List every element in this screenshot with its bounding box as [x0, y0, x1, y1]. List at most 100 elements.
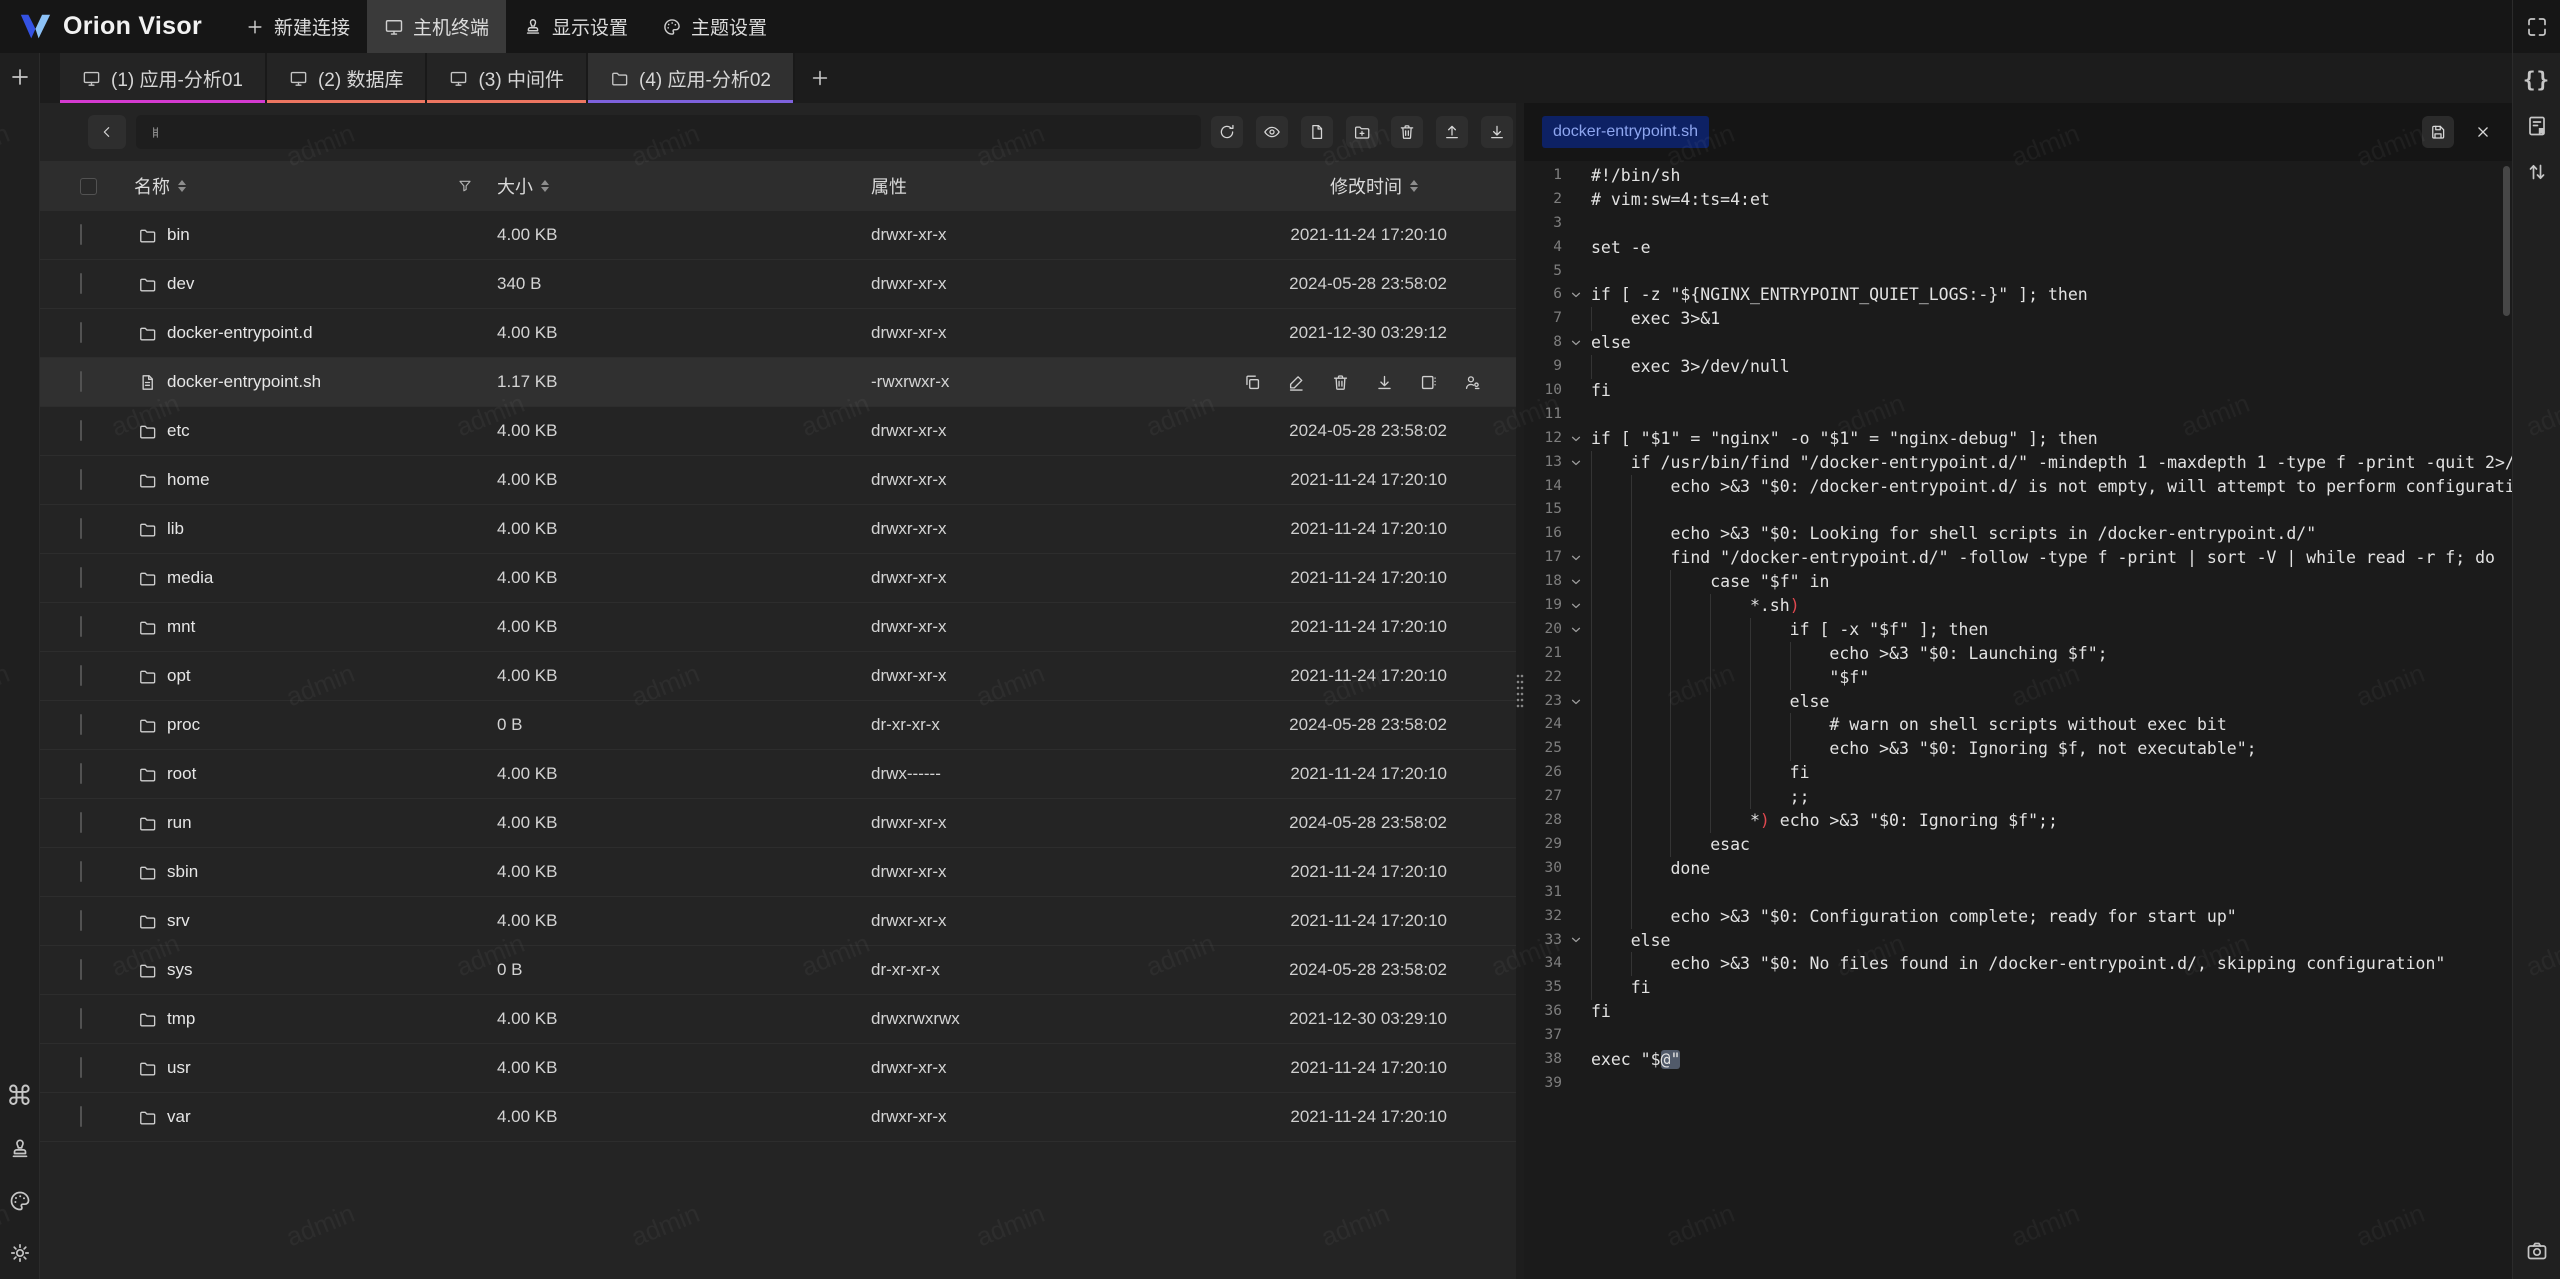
- file-row-etc[interactable]: etc4.00 KBdrwxr-xr-x2024-05-28 23:58:02: [40, 407, 1516, 456]
- panel-splitter[interactable]: [1516, 103, 1524, 1279]
- session-tab-2[interactable]: (2) 数据库: [267, 53, 428, 103]
- row-checkbox[interactable]: [80, 910, 82, 931]
- file-row-bin[interactable]: bin4.00 KBdrwxr-xr-x2021-11-24 17:20:10: [40, 211, 1516, 260]
- file-row-mnt[interactable]: mnt4.00 KBdrwxr-xr-x2021-11-24 17:20:10: [40, 603, 1516, 652]
- file-row-docker-entrypoint.sh[interactable]: docker-entrypoint.sh1.17 KB-rwxrwxr-x: [40, 358, 1516, 407]
- code-editor[interactable]: 1#!/bin/sh2# vim:sw=4:ts=4:et34set -e56i…: [1524, 161, 2512, 1279]
- row-checkbox[interactable]: [80, 763, 82, 784]
- row-checkbox[interactable]: [80, 1057, 82, 1078]
- row-checkbox-cell: [40, 1009, 130, 1029]
- file-row-media[interactable]: media4.00 KBdrwxr-xr-x2021-11-24 17:20:1…: [40, 554, 1516, 603]
- new-tab-button[interactable]: [795, 53, 845, 103]
- command-icon[interactable]: ⌘: [7, 1084, 33, 1110]
- download-button[interactable]: [1481, 116, 1513, 148]
- copy-icon[interactable]: [1243, 373, 1262, 392]
- row-checkbox[interactable]: [80, 959, 82, 980]
- line-number: 11: [1524, 403, 1564, 427]
- file-row-root[interactable]: root4.00 KBdrwx------2021-11-24 17:20:10: [40, 750, 1516, 799]
- session-tab-1[interactable]: (1) 应用-分析01: [60, 53, 267, 103]
- file-row-sys[interactable]: sys0 Bdr-xr-xr-x2024-05-28 23:58:02: [40, 946, 1516, 995]
- fold-chevron-icon[interactable]: [1564, 331, 1588, 355]
- trash-button[interactable]: [1391, 116, 1423, 148]
- permission-icon[interactable]: [1463, 373, 1482, 392]
- stamp-icon[interactable]: [7, 1136, 33, 1162]
- row-checkbox[interactable]: [80, 273, 82, 294]
- upload-button[interactable]: [1436, 116, 1468, 148]
- path-input[interactable]: [136, 115, 1201, 149]
- back-button[interactable]: [88, 115, 126, 149]
- session-tab-4[interactable]: (4) 应用-分析02: [588, 53, 795, 103]
- download-icon[interactable]: [1375, 373, 1394, 392]
- palette-icon[interactable]: [7, 1188, 33, 1214]
- row-checkbox[interactable]: [80, 469, 82, 490]
- topbar-menu-item-1[interactable]: 新建连接: [228, 0, 367, 53]
- file-row-home[interactable]: home4.00 KBdrwxr-xr-x2021-11-24 17:20:10: [40, 456, 1516, 505]
- file-row-var[interactable]: var4.00 KBdrwxr-xr-x2021-11-24 17:20:10: [40, 1093, 1516, 1142]
- file-row-dev[interactable]: dev340 Bdrwxr-xr-x2024-05-28 23:58:02: [40, 260, 1516, 309]
- row-checkbox[interactable]: [80, 371, 82, 392]
- row-checkbox[interactable]: [80, 714, 82, 735]
- file-attr: drwxr-xr-x: [860, 1058, 1150, 1078]
- row-checkbox[interactable]: [80, 224, 82, 245]
- row-checkbox[interactable]: [80, 1106, 82, 1127]
- file-row-sbin[interactable]: sbin4.00 KBdrwxr-xr-x2021-11-24 17:20:10: [40, 848, 1516, 897]
- fold-chevron-icon[interactable]: [1564, 690, 1588, 714]
- eye-button[interactable]: [1256, 116, 1288, 148]
- plus-icon[interactable]: [7, 64, 33, 90]
- fold-chevron-icon[interactable]: [1564, 451, 1588, 475]
- topbar-menu-item-4[interactable]: 主题设置: [645, 0, 784, 53]
- row-checkbox[interactable]: [80, 616, 82, 637]
- topbar-menu-item-3[interactable]: 显示设置: [506, 0, 645, 53]
- file-row-run[interactable]: run4.00 KBdrwxr-xr-x2024-05-28 23:58:02: [40, 799, 1516, 848]
- row-checkbox[interactable]: [80, 420, 82, 441]
- braces-icon[interactable]: {}: [2523, 66, 2551, 94]
- fold-chevron-icon[interactable]: [1564, 594, 1588, 618]
- file-row-usr[interactable]: usr4.00 KBdrwxr-xr-x2021-11-24 17:20:10: [40, 1044, 1516, 1093]
- sort-toggle[interactable]: [1410, 180, 1418, 192]
- fold-chevron-icon[interactable]: [1564, 427, 1588, 451]
- row-checkbox[interactable]: [80, 567, 82, 588]
- trash-icon[interactable]: [1331, 373, 1350, 392]
- file-name-cell: media: [130, 568, 485, 588]
- fold-gutter: [1564, 236, 1588, 260]
- file-row-tmp[interactable]: tmp4.00 KBdrwxrwxrwx2021-12-30 03:29:10: [40, 995, 1516, 1044]
- fold-gutter: [1564, 666, 1588, 690]
- row-checkbox[interactable]: [80, 518, 82, 539]
- file-row-opt[interactable]: opt4.00 KBdrwxr-xr-x2021-11-24 17:20:10: [40, 652, 1516, 701]
- edit-icon[interactable]: [1287, 373, 1306, 392]
- fold-chevron-icon[interactable]: [1564, 283, 1588, 307]
- select-all-checkbox[interactable]: [80, 178, 97, 195]
- row-checkbox[interactable]: [80, 861, 82, 882]
- row-checkbox[interactable]: [80, 322, 82, 343]
- doc-bookmark-icon[interactable]: [2523, 112, 2551, 140]
- fold-gutter: [1564, 1024, 1588, 1048]
- topbar-menu-item-2[interactable]: 主机终端: [367, 0, 506, 53]
- refresh-button[interactable]: [1211, 116, 1243, 148]
- new-folder-button[interactable]: [1346, 116, 1378, 148]
- file-mtime: 2024-05-28 23:58:02: [1150, 715, 1516, 735]
- file-row-lib[interactable]: lib4.00 KBdrwxr-xr-x2021-11-24 17:20:10: [40, 505, 1516, 554]
- new-file-button[interactable]: [1301, 116, 1333, 148]
- fold-chevron-icon[interactable]: [1564, 618, 1588, 642]
- fold-chevron-icon[interactable]: [1564, 570, 1588, 594]
- gear-icon[interactable]: [7, 1240, 33, 1266]
- swap-vertical-icon[interactable]: [2523, 158, 2551, 186]
- sort-toggle[interactable]: [178, 180, 186, 192]
- file-row-srv[interactable]: srv4.00 KBdrwxr-xr-x2021-11-24 17:20:10: [40, 897, 1516, 946]
- row-checkbox[interactable]: [80, 665, 82, 686]
- session-tab-3[interactable]: (3) 中间件: [427, 53, 588, 103]
- file-row-docker-entrypoint.d[interactable]: docker-entrypoint.d4.00 KBdrwxr-xr-x2021…: [40, 309, 1516, 358]
- file-row-proc[interactable]: proc0 Bdr-xr-xr-x2024-05-28 23:58:02: [40, 701, 1516, 750]
- camera-icon[interactable]: [2523, 1237, 2551, 1265]
- close-button[interactable]: [2467, 116, 2499, 148]
- line-number: 29: [1524, 833, 1564, 857]
- fold-chevron-icon[interactable]: [1564, 929, 1588, 953]
- sort-toggle[interactable]: [541, 180, 549, 192]
- row-checkbox[interactable]: [80, 1008, 82, 1029]
- fullscreen-icon[interactable]: [2523, 13, 2551, 41]
- row-checkbox[interactable]: [80, 812, 82, 833]
- move-icon[interactable]: [1419, 373, 1438, 392]
- funnel-icon[interactable]: [457, 178, 473, 194]
- fold-chevron-icon[interactable]: [1564, 546, 1588, 570]
- save-button[interactable]: [2422, 116, 2454, 148]
